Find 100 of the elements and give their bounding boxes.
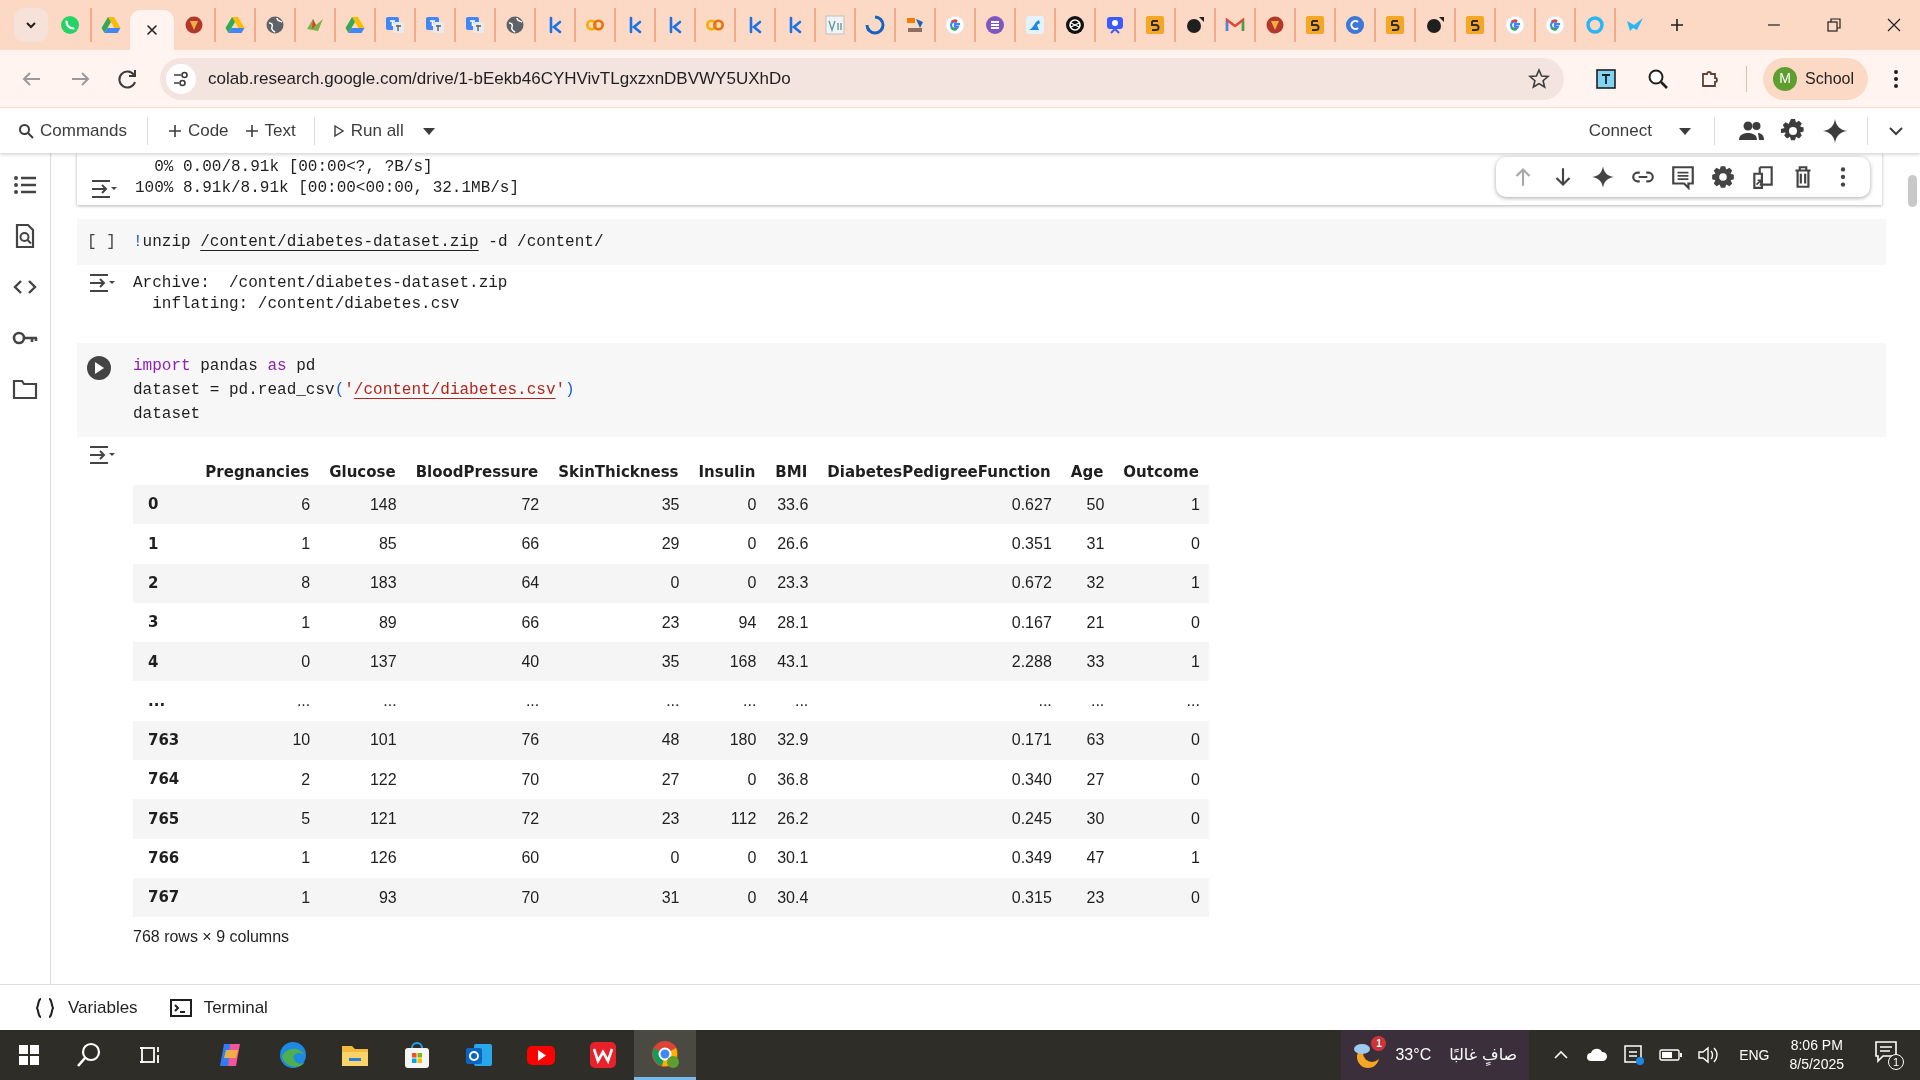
table-cell: ... <box>688 681 766 721</box>
url-text: colab.research.google.com/drive/1-bEekb46CYHVivTLgxzxnDBVWY5UXhDo <box>208 67 792 90</box>
triangle-icon <box>345 15 365 35</box>
notifications-button[interactable]: 1 <box>1874 1040 1904 1070</box>
figures-icon <box>905 15 925 35</box>
table-cell: 1 <box>195 602 320 643</box>
table-cell: 23 <box>1060 877 1114 918</box>
search-icon[interactable] <box>75 1041 103 1069</box>
table-cell: 31 <box>1060 524 1114 564</box>
dot-icon <box>1425 15 1445 35</box>
table-cell: 43.1 <box>765 642 818 682</box>
table-summary: 768 rows × 9 columns <box>133 927 291 948</box>
profile-button[interactable]: M School <box>1763 57 1868 100</box>
run-cell-button[interactable] <box>87 356 111 380</box>
table-cell: 148 <box>319 485 406 525</box>
column-header: BloodPressure <box>405 459 549 485</box>
table-cell: 36.8 <box>765 760 818 800</box>
table-cell: 32.9 <box>765 720 818 761</box>
table-cell: ... <box>548 681 689 721</box>
network-icon[interactable] <box>1623 1044 1646 1066</box>
table-cell: 121 <box>319 799 406 839</box>
table-cell: 72 <box>405 485 549 525</box>
table-cell: 0.627 <box>817 485 1061 525</box>
tab-search-button[interactable] <box>14 8 48 42</box>
table-cell: 40 <box>405 642 549 682</box>
table-cell: 85 <box>319 524 406 564</box>
mirror-cell-icon[interactable] <box>1750 164 1776 190</box>
clock[interactable]: 8:06 PM 8/5/2025 <box>1789 1036 1844 1074</box>
output-line: Archive: /content/diabetes-dataset.zip <box>133 273 508 294</box>
table-cell: 0 <box>688 524 766 564</box>
table-cell: 0 <box>688 877 766 918</box>
add-code-button[interactable]: Code <box>163 112 233 149</box>
run-all-button[interactable]: Run all <box>328 112 408 149</box>
translate-icon <box>425 15 445 35</box>
battery-icon[interactable] <box>1659 1047 1684 1063</box>
search-icon <box>18 122 34 139</box>
address-bar[interactable]: colab.research.google.com/drive/1-bEekb46CYHVivTLgxzxnDBVWY5UXhDo <box>160 57 1565 100</box>
date-text: 8/5/2025 <box>1789 1055 1844 1074</box>
table-cell: 94 <box>688 602 766 643</box>
code-line: !unzip /content/diabetes-dataset.zip -d /content/ <box>133 232 604 253</box>
triangle-icon <box>225 15 245 35</box>
table-cell: 0.340 <box>817 760 1061 800</box>
table-cell: 63 <box>1060 720 1114 761</box>
table-cell: 0 <box>1113 524 1209 564</box>
table-cell: 33 <box>1060 642 1114 682</box>
table-cell: 0 <box>1113 760 1209 800</box>
settings-icon[interactable] <box>1710 164 1736 190</box>
comment-icon[interactable] <box>1670 164 1696 190</box>
ring-icon <box>1585 15 1605 35</box>
add-text-button[interactable]: Text <box>240 112 300 149</box>
table-cell: 1 <box>1113 838 1209 878</box>
table-cell: 32 <box>1060 563 1114 603</box>
scrollbar-thumb[interactable] <box>1908 175 1917 207</box>
table-cell: 30.1 <box>765 838 818 878</box>
table-cell: 89 <box>319 602 406 643</box>
output-toggle-icon[interactable] <box>89 179 117 199</box>
variables-button[interactable]: Variables <box>34 994 138 1021</box>
table-cell: 26.2 <box>765 799 818 839</box>
table-cell: 0 <box>688 485 766 525</box>
avatar-initial: M <box>1773 66 1798 91</box>
output-line: inflating: /content/diabetes.csv <box>151 294 461 315</box>
connect-button[interactable]: Connect <box>1584 112 1656 149</box>
windows-logo-icon[interactable] <box>18 1044 40 1066</box>
badge-icon <box>1305 15 1325 35</box>
emblem-icon <box>1265 15 1285 35</box>
plus-icon <box>167 123 182 138</box>
table-cell: 21 <box>1060 602 1114 643</box>
table-cell: ... <box>817 681 1061 721</box>
notification-badge: 1 <box>1371 1036 1387 1051</box>
output-toggle-icon[interactable] <box>87 445 115 465</box>
table-cell: 1 <box>1113 642 1209 682</box>
table-cell: 0 <box>1113 602 1209 643</box>
code-cell[interactable]: import pandas as pd dataset = pd.read_csv('/content/diabetes.csv') dataset <box>77 343 1886 437</box>
table-cell: 70 <box>405 760 549 800</box>
emblem-icon <box>184 15 204 35</box>
star-icon[interactable] <box>1528 67 1551 90</box>
table-cell: 2.288 <box>817 642 1061 682</box>
table-cell: 0 <box>1113 720 1209 761</box>
w-logo-icon <box>588 1040 618 1070</box>
commands-button[interactable]: Commands <box>14 112 131 149</box>
badge-icon <box>1145 15 1165 35</box>
restore-icon[interactable] <box>1826 17 1842 33</box>
column-header: Pregnancies <box>195 459 320 485</box>
table-cell: 0 <box>195 642 320 682</box>
row-index: 2 <box>133 563 196 603</box>
table-cell: 70 <box>405 877 549 918</box>
column-header: Glucose <box>319 459 406 485</box>
table-cell: 27 <box>548 760 689 800</box>
output-toggle-icon[interactable] <box>87 273 115 293</box>
language-indicator[interactable]: ENG <box>1739 1044 1770 1066</box>
table-cell: 112 <box>688 799 766 839</box>
table-cell: 0 <box>688 563 766 603</box>
notification-count: 1 <box>1888 1054 1904 1070</box>
terminal-button[interactable]: Terminal <box>169 994 268 1021</box>
table-cell: ... <box>319 681 406 721</box>
close-icon[interactable] <box>1886 17 1902 33</box>
code-cell[interactable]: [ ] !unzip /content/diabetes-dataset.zip -d /content/ <box>77 219 1886 265</box>
site-settings-icon[interactable] <box>172 69 190 88</box>
text-box-icon[interactable] <box>1594 66 1619 91</box>
table-cell: 0 <box>548 838 689 878</box>
